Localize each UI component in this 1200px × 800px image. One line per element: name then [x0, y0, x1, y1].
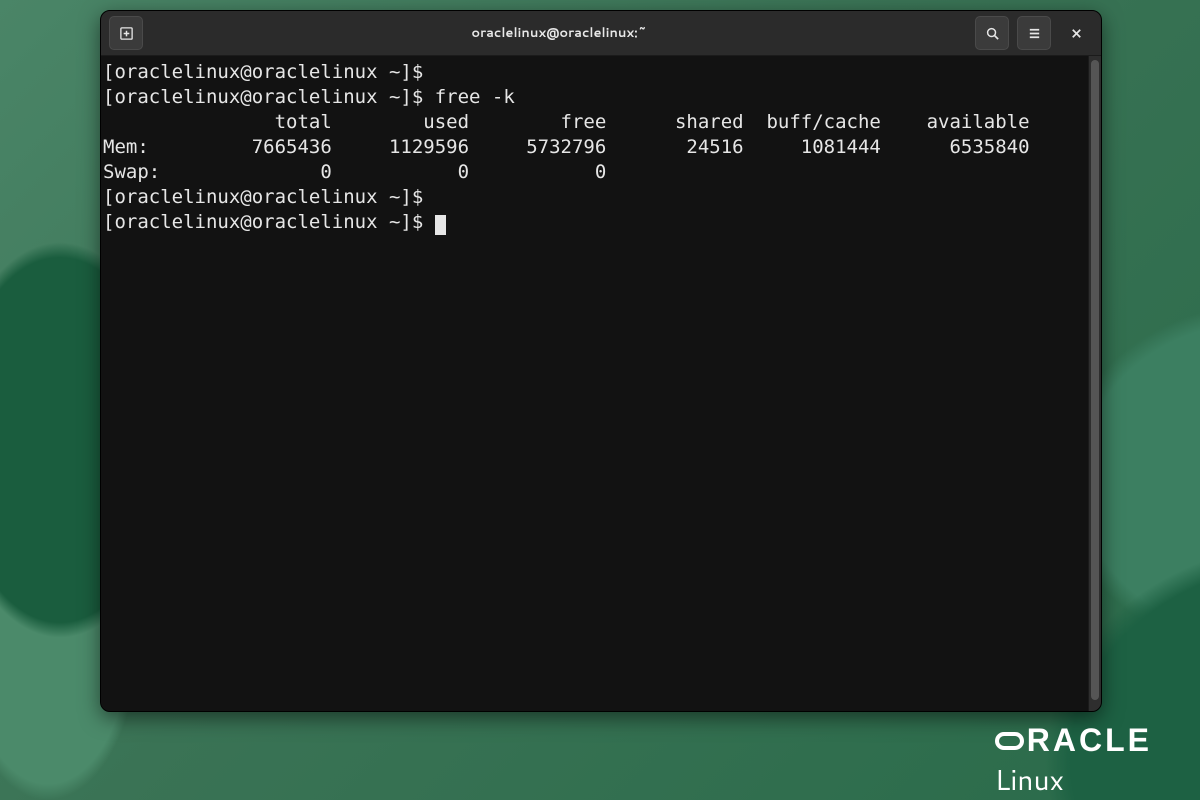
new-tab-icon — [119, 26, 134, 41]
window-title: oraclelinux@oraclelinux:~ — [151, 24, 967, 42]
cursor — [435, 215, 446, 235]
oracle-o-icon — [995, 732, 1024, 750]
hamburger-icon — [1027, 26, 1042, 41]
oracle-wordmark: RACLE — [995, 724, 1152, 756]
menu-button[interactable] — [1017, 16, 1051, 50]
search-button[interactable] — [975, 16, 1009, 50]
terminal-text-area[interactable]: [oraclelinux@oraclelinux ~]$ [oraclelinu… — [101, 56, 1088, 711]
search-icon — [985, 26, 1000, 41]
new-tab-button[interactable] — [109, 16, 143, 50]
oracle-text: RACLE — [1027, 724, 1152, 756]
linux-text: Linux — [995, 760, 1152, 800]
terminal-window: oraclelinux@oraclelinux:~ — [100, 10, 1102, 712]
terminal-body[interactable]: [oraclelinux@oraclelinux ~]$ [oraclelinu… — [101, 56, 1101, 711]
desktop-wallpaper: oraclelinux@oraclelinux:~ — [0, 0, 1200, 800]
titlebar: oraclelinux@oraclelinux:~ — [101, 11, 1101, 56]
scrollbar-thumb[interactable] — [1091, 60, 1099, 700]
scrollbar[interactable] — [1088, 56, 1101, 711]
oracle-linux-logo: RACLE Linux — [995, 724, 1152, 800]
close-icon — [1069, 26, 1084, 41]
close-button[interactable] — [1059, 16, 1093, 50]
